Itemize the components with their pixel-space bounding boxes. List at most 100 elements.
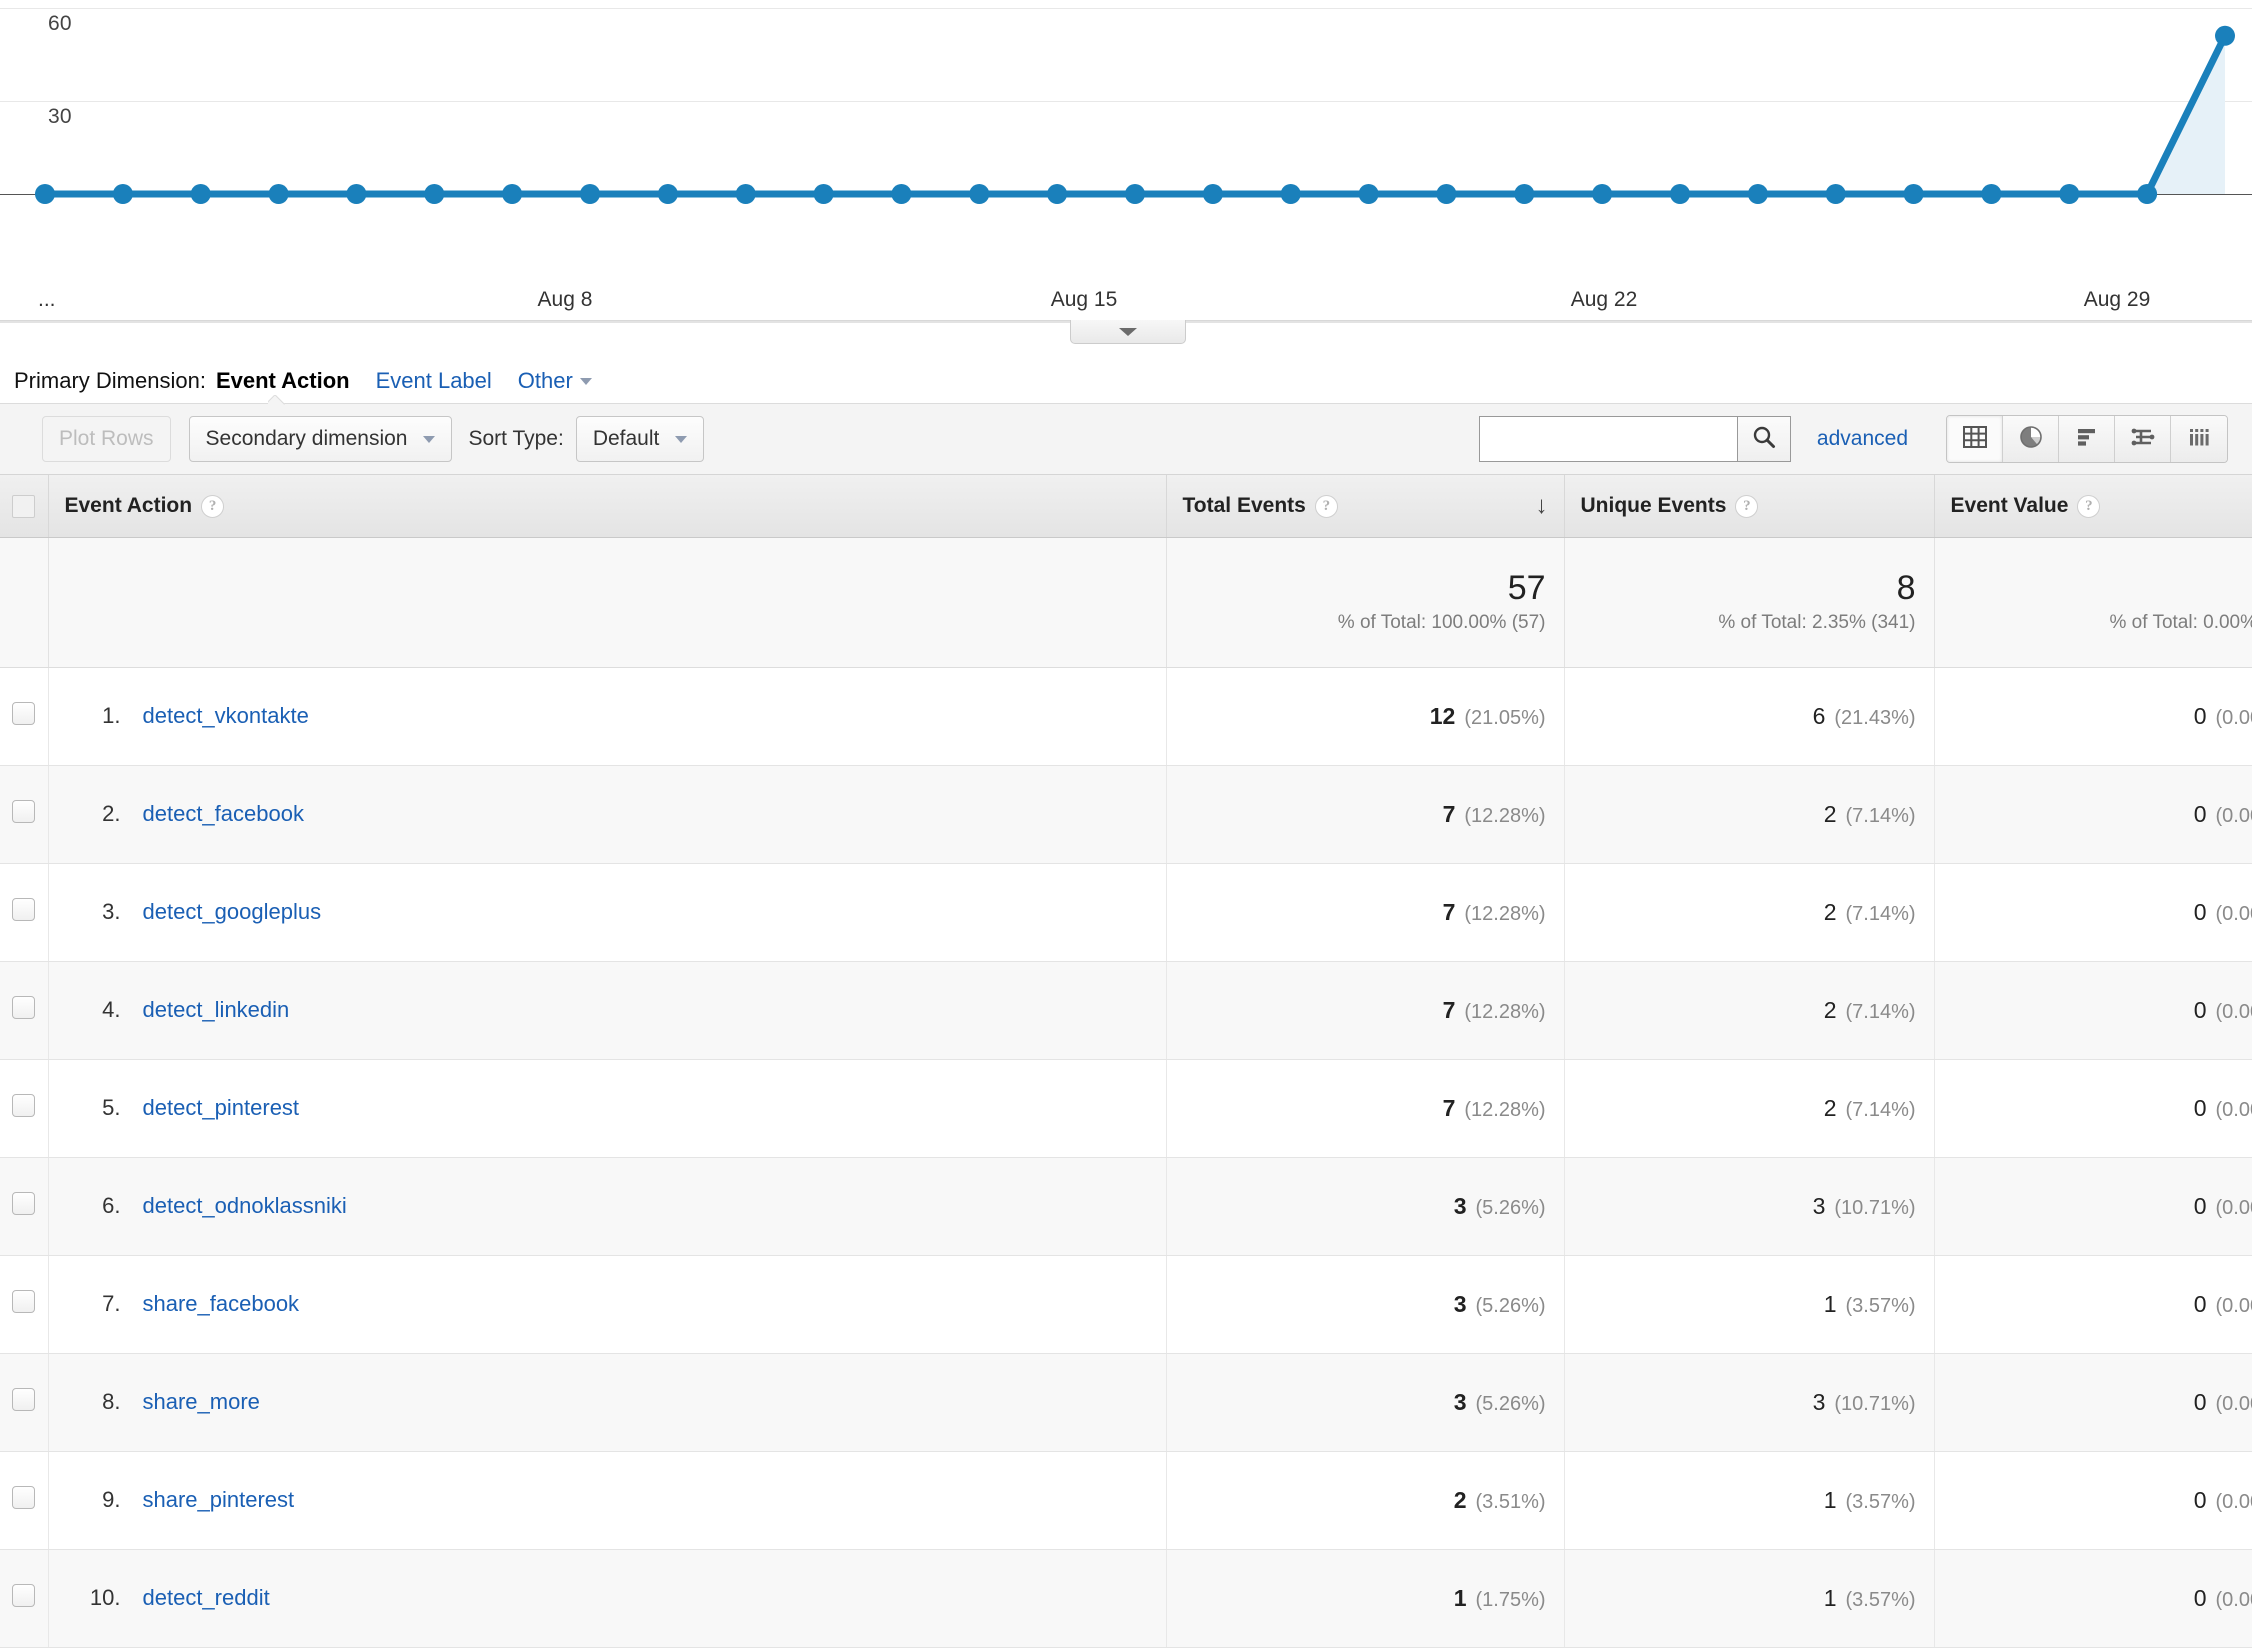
table-view-button[interactable] (1947, 416, 2003, 462)
help-icon[interactable]: ? (1314, 494, 1338, 518)
event-action-link[interactable]: share_more (143, 1389, 260, 1415)
unique-events-value: 3 (1812, 1388, 1826, 1415)
row-select-cell[interactable] (0, 1255, 49, 1354)
row-select-cell[interactable] (0, 667, 49, 766)
advanced-search-link[interactable]: advanced (1817, 427, 1908, 451)
chart-data-point[interactable] (502, 184, 523, 204)
row-checkbox[interactable] (12, 702, 36, 726)
row-checkbox[interactable] (12, 898, 36, 922)
select-all-checkbox[interactable] (12, 494, 36, 518)
chart-data-point[interactable] (112, 184, 133, 204)
row-checkbox[interactable] (12, 996, 36, 1020)
primary-dimension-event-label[interactable]: Event Label (376, 368, 492, 394)
event-action-link[interactable]: detect_vkontakte (143, 703, 309, 729)
help-icon[interactable]: ? (2077, 494, 2101, 518)
chart-data-point[interactable] (268, 184, 289, 204)
table-row[interactable]: 2. detect_facebook 7 (12.28%) 2 (7.14%) 0 (0.00… (0, 765, 2252, 864)
pivot-view-button[interactable] (2171, 416, 2227, 462)
primary-dimension-active-event-action[interactable]: Event Action (216, 368, 350, 394)
row-select-cell[interactable] (0, 1451, 49, 1550)
event-action-link[interactable]: detect_odnoklassniki (143, 1193, 347, 1219)
row-checkbox[interactable] (12, 1584, 36, 1608)
event-action-link[interactable]: detect_pinterest (143, 1095, 300, 1121)
chart-data-point[interactable] (2215, 25, 2235, 46)
chart-collapse-handle[interactable] (1070, 320, 1186, 344)
chart-data-point[interactable] (1747, 184, 1768, 204)
table-row[interactable]: 1. detect_vkontakte 12 (21.05%) 6 (21.43%) 0 (0… (0, 667, 2252, 766)
table-row[interactable]: 6. detect_odnoklassniki 3 (5.26%) 3 (10.71%) 0… (0, 1157, 2252, 1256)
row-checkbox[interactable] (12, 1388, 36, 1412)
search-input[interactable] (1478, 416, 1737, 462)
event-action-link[interactable]: detect_facebook (143, 801, 304, 827)
chart-data-point[interactable] (1280, 184, 1301, 204)
performance-view-button[interactable] (2059, 416, 2115, 462)
row-select-cell[interactable] (0, 863, 49, 962)
event-action-link[interactable]: share_pinterest (143, 1487, 295, 1513)
help-icon[interactable]: ? (201, 494, 225, 518)
table-row[interactable]: 4. detect_linkedin 7 (12.28%) 2 (7.14%) 0 (0.00… (0, 961, 2252, 1060)
event-action-link[interactable]: detect_reddit (143, 1585, 270, 1611)
row-select-cell[interactable] (0, 765, 49, 864)
row-checkbox[interactable] (12, 1094, 36, 1118)
chart-data-point[interactable] (580, 184, 600, 204)
chart-data-point[interactable] (1981, 184, 2002, 204)
column-header-unique-events[interactable]: Unique Events ? (1564, 475, 1935, 538)
chart-data-point[interactable] (346, 184, 367, 204)
select-all-header[interactable] (0, 475, 49, 538)
event-action-link[interactable]: share_facebook (143, 1291, 300, 1317)
row-select-cell[interactable] (0, 1059, 49, 1158)
percentage-view-button[interactable] (2003, 416, 2059, 462)
sort-type-select[interactable]: Default (575, 416, 705, 462)
table-row[interactable]: 3. detect_googleplus 7 (12.28%) 2 (7.14%) 0 (0.… (0, 863, 2252, 962)
chart-data-point[interactable] (35, 184, 55, 204)
column-header-total-events[interactable]: Total Events ? ↓ (1166, 475, 1565, 538)
event-action-table: Event Action ? Total Events ? ↓ Unique E… (0, 475, 2252, 1648)
help-icon[interactable]: ? (1735, 494, 1759, 518)
column-header-event-value[interactable]: Event Value ? (1934, 475, 2252, 538)
chart-data-point[interactable] (1202, 184, 1223, 204)
x-axis-tick-aug-15: Aug 15 (1050, 288, 1118, 311)
plot-rows-button[interactable]: Plot Rows (42, 416, 171, 462)
total-events-percent: (12.28%) (1464, 1098, 1546, 1121)
chart-data-point[interactable] (969, 184, 990, 204)
chart-data-point[interactable] (1436, 184, 1457, 204)
table-row[interactable]: 10. detect_reddit 1 (1.75%) 1 (3.57%) 0 (0.00%)… (0, 1549, 2252, 1648)
chart-data-point[interactable] (2137, 184, 2158, 204)
event-action-link[interactable]: detect_googleplus (143, 899, 322, 925)
chart-data-point[interactable] (735, 184, 756, 204)
search-button[interactable] (1736, 416, 1791, 462)
chart-data-point[interactable] (1825, 184, 1846, 204)
chart-data-point[interactable] (190, 184, 211, 204)
event-action-link[interactable]: detect_linkedin (143, 997, 290, 1023)
row-checkbox[interactable] (12, 1192, 36, 1216)
row-select-cell[interactable] (0, 1353, 49, 1452)
chart-data-point[interactable] (1592, 184, 1613, 204)
chart-data-point[interactable] (813, 184, 834, 204)
chart-data-point[interactable] (424, 184, 445, 204)
row-select-cell[interactable] (0, 1157, 49, 1256)
row-checkbox[interactable] (12, 1486, 36, 1510)
secondary-dimension-button[interactable]: Secondary dimension (188, 416, 453, 462)
table-row[interactable]: 7. share_facebook 3 (5.26%) 1 (3.57%) 0 (0.00%)… (0, 1255, 2252, 1354)
chart-data-point[interactable] (657, 184, 678, 204)
row-checkbox[interactable] (12, 800, 36, 824)
primary-dimension-other[interactable]: Other (518, 368, 592, 394)
chart-data-point[interactable] (1903, 184, 1924, 204)
unique-events-value: 1 (1823, 1290, 1837, 1317)
row-select-cell[interactable] (0, 961, 49, 1060)
table-row[interactable]: 8.share_more3(5.26%)3(10.71%)0(0.00%)0.0… (0, 1353, 2252, 1452)
row-checkbox[interactable] (12, 1290, 36, 1314)
table-row[interactable]: 5. detect_pinterest 7 (12.28%) 2 (7.14%) 0 (0.0… (0, 1059, 2252, 1158)
chart-data-point[interactable] (1514, 184, 1535, 204)
chart-data-point[interactable] (1047, 184, 1068, 204)
chart-data-point[interactable] (2059, 184, 2080, 204)
row-select-cell[interactable] (0, 1549, 49, 1648)
chart-data-point[interactable] (1670, 184, 1690, 204)
comparison-view-button[interactable] (2115, 416, 2171, 462)
column-header-event-action[interactable]: Event Action ? (48, 475, 1167, 538)
table-row[interactable]: 9. share_pinterest 2 (3.51%) 1 (3.57%) 0 (0.00%… (0, 1451, 2252, 1550)
chart-data-point[interactable] (1358, 184, 1379, 204)
chart-data-point[interactable] (891, 184, 912, 204)
chart-data-point[interactable] (1125, 184, 1145, 204)
event-value-percent: (0.00%) (2215, 902, 2252, 925)
